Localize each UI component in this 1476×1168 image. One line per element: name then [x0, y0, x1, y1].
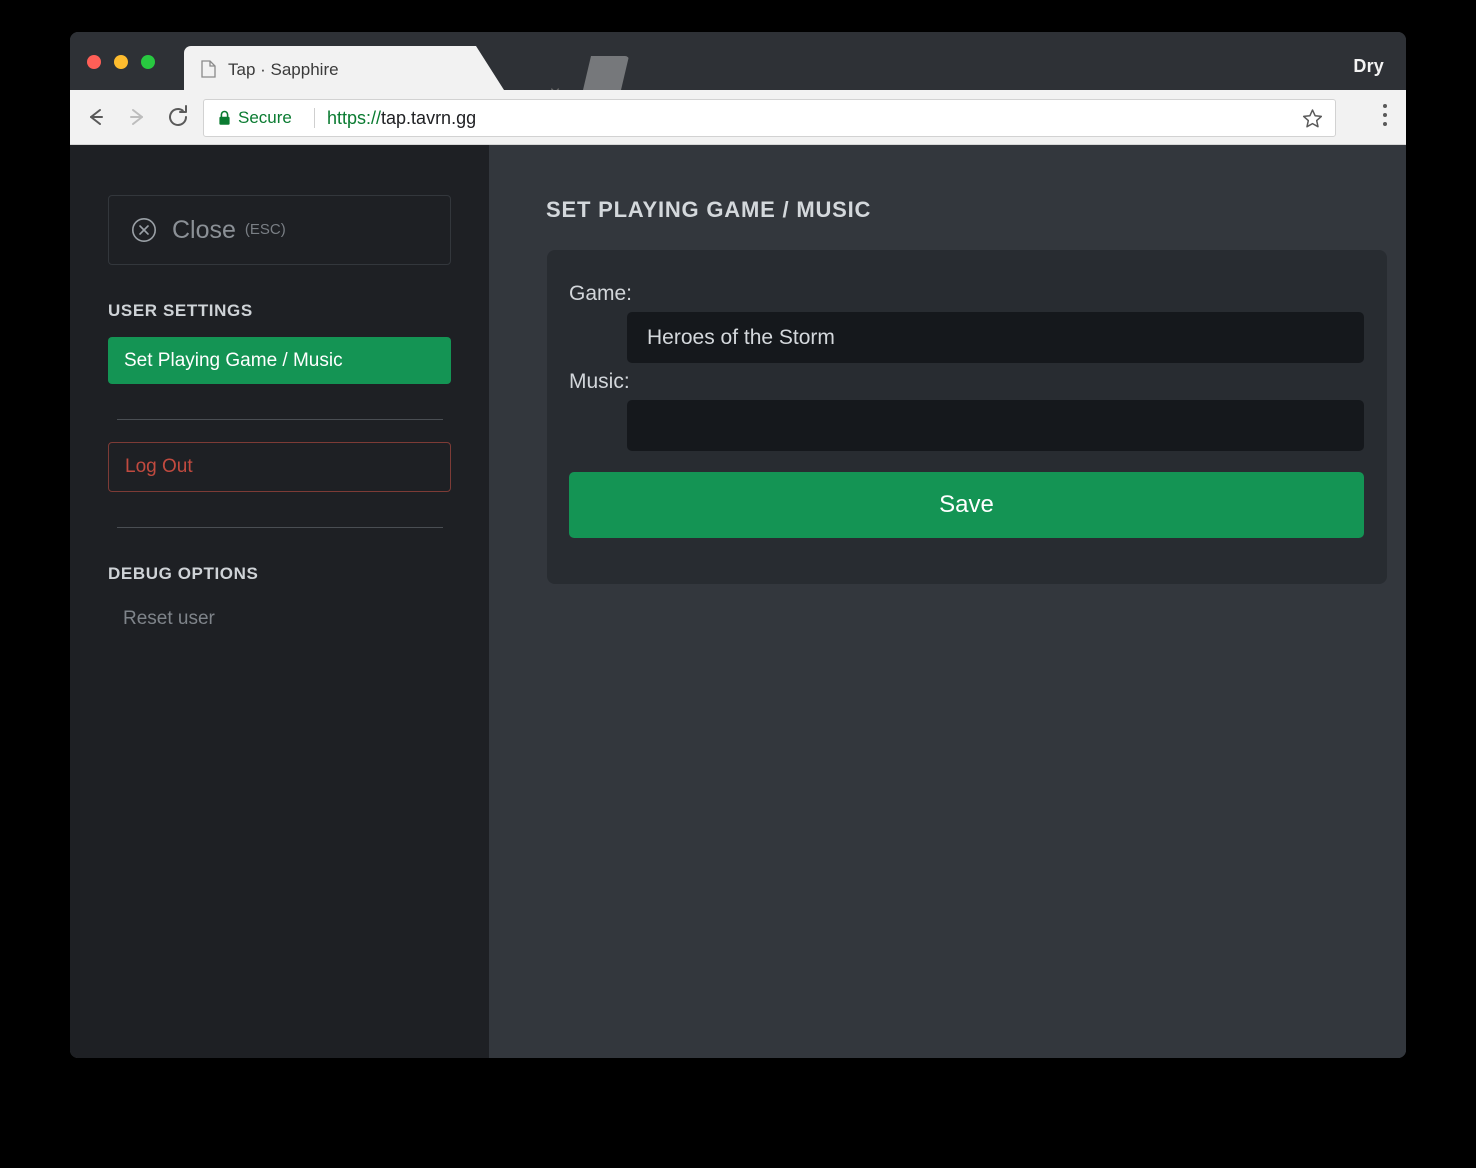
page-body: Close (ESC) USER SETTINGS Set Playing Ga…: [70, 145, 1406, 1058]
star-icon[interactable]: [1302, 108, 1323, 129]
close-shortcut-hint: (ESC): [244, 221, 286, 238]
secure-label: Secure: [238, 108, 292, 127]
section-title-user-settings: USER SETTINGS: [108, 301, 253, 320]
three-dots-icon[interactable]: [1383, 104, 1388, 131]
sidebar-item-reset-user[interactable]: Reset user: [123, 608, 451, 630]
sidebar-divider-2: [117, 527, 443, 528]
document-icon: [201, 60, 216, 78]
reload-icon[interactable]: [163, 102, 193, 132]
url-text: https://tap.tavrn.gg: [327, 107, 476, 129]
window-controls: [87, 55, 155, 69]
page-title: SET PLAYING GAME / MUSIC: [546, 197, 872, 222]
music-input[interactable]: [627, 400, 1364, 451]
tab-title: Tap · Sapphire: [228, 60, 339, 79]
settings-card: Game: Music: Save: [547, 250, 1387, 584]
music-field-label: Music:: [569, 370, 630, 393]
log-out-button[interactable]: Log Out: [108, 442, 451, 492]
sidebar: Close (ESC) USER SETTINGS Set Playing Ga…: [70, 145, 489, 1058]
profile-name[interactable]: Dry: [1353, 56, 1384, 77]
main-content: SET PLAYING GAME / MUSIC Game: Music: Sa…: [489, 145, 1406, 1058]
window-minimize-button[interactable]: [114, 55, 128, 69]
browser-tab-inactive[interactable]: [583, 56, 629, 90]
close-panel-button[interactable]: Close (ESC): [108, 195, 451, 265]
forward-arrow-icon[interactable]: [122, 102, 152, 132]
browser-window: Tap · Sapphire × Dry: [70, 32, 1406, 1058]
section-title-debug-options: DEBUG OPTIONS: [108, 564, 259, 583]
close-label: Close: [172, 216, 236, 244]
lock-icon: [218, 110, 231, 126]
window-close-button[interactable]: [87, 55, 101, 69]
game-field-label: Game:: [569, 282, 633, 305]
sidebar-item-label: Set Playing Game / Music: [124, 349, 343, 371]
browser-toolbar: Secure https://tap.tavrn.gg: [70, 90, 1406, 145]
circle-x-icon: [131, 217, 157, 243]
omnibox-divider: [314, 108, 315, 128]
url-scheme: https://: [327, 108, 382, 128]
log-out-label: Log Out: [125, 456, 193, 477]
window-zoom-button[interactable]: [141, 55, 155, 69]
sidebar-item-set-playing-game-music[interactable]: Set Playing Game / Music: [108, 337, 451, 384]
address-bar[interactable]: Secure https://tap.tavrn.gg: [203, 99, 1336, 137]
tab-strip: Tap · Sapphire × Dry: [70, 32, 1406, 103]
screen: Tap · Sapphire × Dry: [0, 0, 1476, 1168]
url-host: tap.tavrn.gg: [381, 108, 477, 128]
save-button[interactable]: Save: [569, 472, 1364, 538]
game-input[interactable]: [627, 312, 1364, 363]
back-arrow-icon[interactable]: [81, 102, 111, 132]
sidebar-divider-1: [117, 419, 443, 420]
